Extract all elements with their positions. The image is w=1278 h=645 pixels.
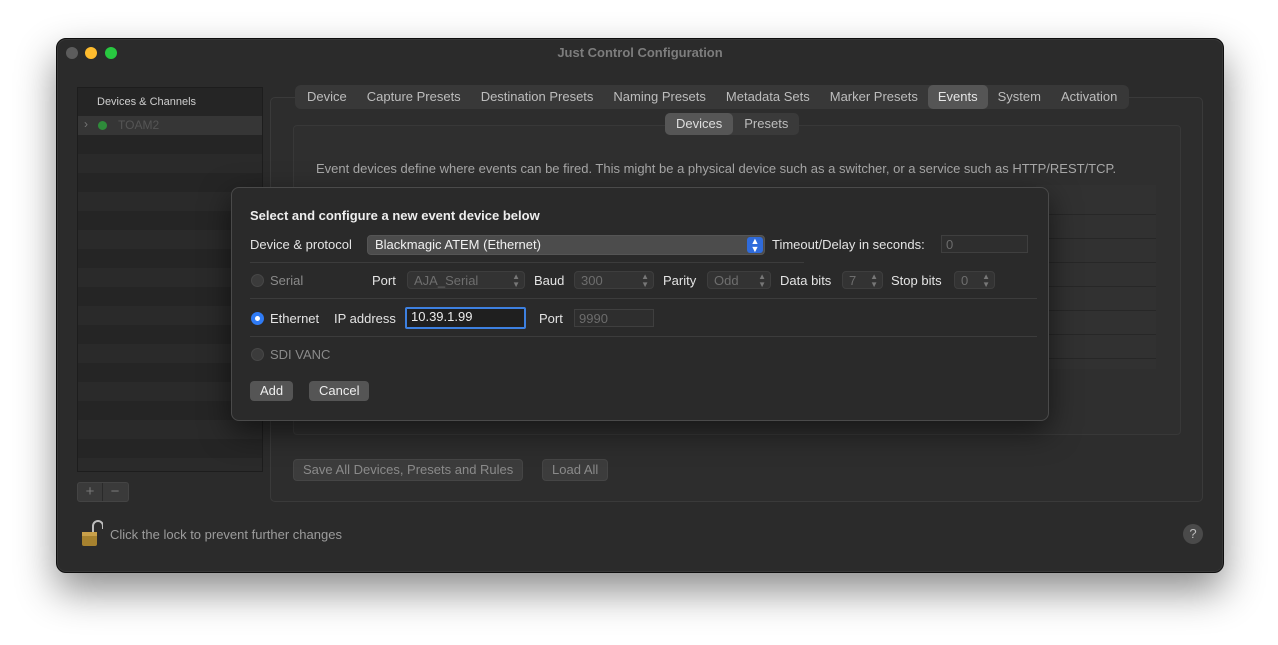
list-item <box>78 458 262 471</box>
window-title: Just Control Configuration <box>557 45 723 60</box>
timeout-input[interactable]: 0 <box>941 235 1028 253</box>
add-button[interactable]: Add <box>250 381 294 401</box>
data-bits-value: 7 <box>849 273 857 288</box>
ethernet-label: Ethernet <box>270 311 320 326</box>
events-subtab-bar: Devices Presets <box>665 113 800 135</box>
list-row-divider <box>1036 262 1156 263</box>
remove-device-button[interactable]: − <box>103 483 127 501</box>
baud-value: 300 <box>581 273 603 288</box>
tab-system[interactable]: System <box>988 85 1051 109</box>
device-protocol-popup[interactable]: Blackmagic ATEM (Ethernet) ▲ ▼ <box>367 235 765 255</box>
separator <box>250 262 804 263</box>
list-item <box>78 154 262 173</box>
list-row-divider <box>1036 238 1156 239</box>
sidebar-item-label: TOAM2 <box>118 118 160 132</box>
save-all-button[interactable]: Save All Devices, Presets and Rules <box>293 459 524 481</box>
status-dot-icon <box>98 121 107 130</box>
popup-arrows-icon: ▲ ▼ <box>758 272 766 289</box>
ip-address-input[interactable]: 10.39.1.99 <box>405 307 526 329</box>
chevron-right-icon[interactable]: › <box>84 117 88 131</box>
sidebar-header: Devices & Channels <box>97 96 197 108</box>
popup-arrows-icon: ▲ ▼ <box>747 237 763 254</box>
popup-arrows-icon: ▲ ▼ <box>641 272 649 289</box>
tab-device[interactable]: Device <box>297 85 357 109</box>
tab-metadata-sets[interactable]: Metadata Sets <box>716 85 820 109</box>
sdi-vanc-label: SDI VANC <box>270 347 331 362</box>
sidebar-add-remove-control: + − <box>77 482 129 502</box>
serial-port-label: Port <box>372 273 396 288</box>
list-item <box>78 135 262 154</box>
separator <box>250 336 1037 337</box>
serial-port-value: AJA_Serial <box>414 273 479 288</box>
subtab-presets[interactable]: Presets <box>733 113 799 135</box>
stop-bits-popup[interactable]: 0 ▲ ▼ <box>954 271 995 289</box>
popup-arrows-icon: ▲ ▼ <box>512 272 520 289</box>
baud-label: Baud <box>534 273 565 288</box>
ip-address-label: IP address <box>334 311 396 326</box>
separator <box>250 298 1037 299</box>
list-row-divider <box>1036 286 1156 287</box>
cancel-button[interactable]: Cancel <box>309 381 370 401</box>
tab-activation[interactable]: Activation <box>1051 85 1127 109</box>
dialog-title: Select and configure a new event device … <box>250 208 540 223</box>
ethernet-radio[interactable] <box>251 312 264 325</box>
list-item <box>78 439 262 458</box>
list-item <box>78 420 262 439</box>
tab-naming-presets[interactable]: Naming Presets <box>603 85 715 109</box>
data-bits-popup[interactable]: 7 ▲ ▼ <box>842 271 883 289</box>
serial-radio[interactable] <box>251 274 264 287</box>
event-devices-list <box>1036 185 1156 369</box>
sidebar-item-toam2[interactable]: › TOAM2 <box>78 116 262 135</box>
list-row-divider <box>1036 214 1156 215</box>
help-button[interactable]: ? <box>1183 524 1203 544</box>
tab-events[interactable]: Events <box>927 85 988 109</box>
main-tab-bar: Device Capture Presets Destination Prese… <box>295 85 1130 109</box>
ethernet-port-label: Port <box>539 311 563 326</box>
list-row-divider <box>1036 334 1156 335</box>
list-row-divider <box>1036 358 1156 359</box>
parity-label: Parity <box>663 273 697 288</box>
timeout-label: Timeout/Delay in seconds: <box>772 237 925 252</box>
subtab-devices[interactable]: Devices <box>665 113 734 135</box>
add-device-button[interactable]: + <box>78 483 103 501</box>
tab-marker-presets[interactable]: Marker Presets <box>820 85 928 109</box>
serial-port-popup[interactable]: AJA_Serial ▲ ▼ <box>407 271 525 289</box>
tab-capture-presets[interactable]: Capture Presets <box>357 85 471 109</box>
data-bits-label: Data bits <box>780 273 832 288</box>
events-description: Event devices define where events can be… <box>316 161 1117 176</box>
popup-arrows-icon: ▲ ▼ <box>982 272 990 289</box>
device-protocol-value: Blackmagic ATEM (Ethernet) <box>375 237 541 252</box>
load-all-button[interactable]: Load All <box>542 459 609 481</box>
parity-popup[interactable]: Odd ▲ ▼ <box>707 271 771 289</box>
unlocked-padlock-icon[interactable] <box>81 519 103 549</box>
stop-bits-value: 0 <box>961 273 969 288</box>
title-bar: Just Control Configuration <box>57 39 1223 67</box>
tab-destination-presets[interactable]: Destination Presets <box>471 85 604 109</box>
lock-hint-text: Click the lock to prevent further change… <box>110 527 342 542</box>
baud-popup[interactable]: 300 ▲ ▼ <box>574 271 654 289</box>
serial-label: Serial <box>270 273 304 288</box>
device-protocol-label: Device & protocol <box>250 237 352 252</box>
sdi-vanc-radio[interactable] <box>251 348 264 361</box>
list-row-divider <box>1036 310 1156 311</box>
ethernet-port-input[interactable]: 9990 <box>574 309 654 327</box>
stop-bits-label: Stop bits <box>891 273 942 288</box>
popup-arrows-icon: ▲ ▼ <box>870 272 878 289</box>
new-event-device-dialog: Select and configure a new event device … <box>231 187 1049 421</box>
parity-value: Odd <box>714 273 739 288</box>
